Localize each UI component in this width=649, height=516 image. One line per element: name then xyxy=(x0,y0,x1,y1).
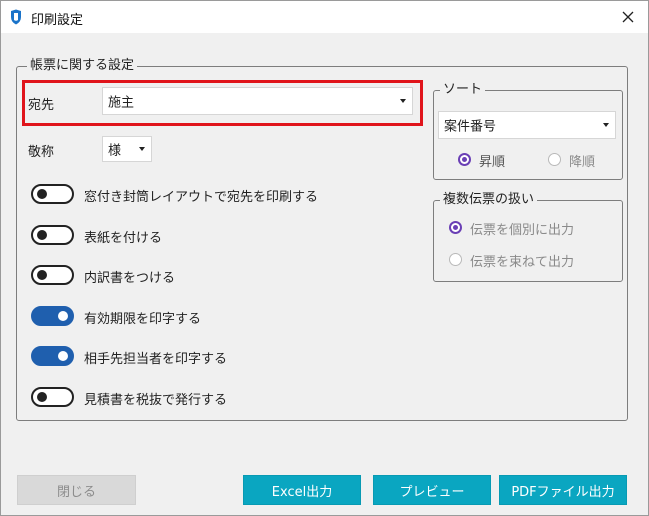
toggle-window-envelope[interactable] xyxy=(31,184,74,204)
chevron-down-icon xyxy=(400,99,406,103)
toggle-breakdown-label: 内訳書をつける xyxy=(84,271,176,286)
sort-ascending-radio[interactable] xyxy=(458,153,471,166)
toggle-breakdown[interactable] xyxy=(31,265,74,285)
slip-bundle-radio[interactable] xyxy=(449,253,462,266)
slip-bundle-label: 伝票を束ねて出力 xyxy=(470,255,575,270)
document-settings-legend: 帳票に関する設定 xyxy=(27,58,138,74)
honorific-value: 様 xyxy=(108,143,122,159)
toggle-cover-page-label: 表紙を付ける xyxy=(84,231,163,246)
slip-individual-label: 伝票を個別に出力 xyxy=(470,223,575,238)
preview-button[interactable]: プレビュー xyxy=(373,475,491,505)
sort-descending-label: 降順 xyxy=(569,155,596,170)
window-title: 印刷設定 xyxy=(31,13,84,28)
recipient-label: 宛先 xyxy=(28,98,55,113)
toggle-tax-excluded[interactable] xyxy=(31,387,74,407)
honorific-label: 敬称 xyxy=(28,145,55,160)
multiple-slips-legend: 複数伝票の扱い xyxy=(440,192,538,208)
toggle-window-envelope-label: 窓付き封筒レイアウトで宛先を印刷する xyxy=(84,190,319,205)
toggle-cover-page[interactable] xyxy=(31,225,74,245)
recipient-select[interactable]: 施主 xyxy=(102,87,413,115)
recipient-value: 施主 xyxy=(108,95,135,111)
toggle-expiry-date[interactable] xyxy=(31,306,74,326)
excel-export-button[interactable]: Excel出力 xyxy=(243,475,361,505)
toggle-expiry-date-label: 有効期限を印字する xyxy=(84,312,202,327)
toggle-contact-person-label: 相手先担当者を印字する xyxy=(84,352,228,367)
sort-legend: ソート xyxy=(440,82,486,98)
sort-value: 案件番号 xyxy=(444,119,497,135)
title-bar: 印刷設定 xyxy=(1,1,648,33)
sort-ascending-label: 昇順 xyxy=(479,155,506,170)
sort-descending-radio[interactable] xyxy=(548,153,561,166)
sort-select[interactable]: 案件番号 xyxy=(438,111,616,139)
honorific-select[interactable]: 様 xyxy=(102,136,152,162)
shield-icon xyxy=(9,9,23,25)
close-button[interactable]: 閉じる xyxy=(17,475,136,505)
slip-individual-radio[interactable] xyxy=(449,221,462,234)
chevron-down-icon xyxy=(139,147,145,151)
print-settings-dialog: 印刷設定 帳票に関する設定 宛先 施主 敬称 様 窓付き封筒レイアウトで宛先を印… xyxy=(0,0,649,516)
pdf-export-button[interactable]: PDFファイル出力 xyxy=(499,475,627,505)
toggle-tax-excluded-label: 見積書を税抜で発行する xyxy=(84,393,228,408)
toggle-contact-person[interactable] xyxy=(31,346,74,366)
close-icon[interactable] xyxy=(608,1,648,33)
chevron-down-icon xyxy=(603,123,609,127)
